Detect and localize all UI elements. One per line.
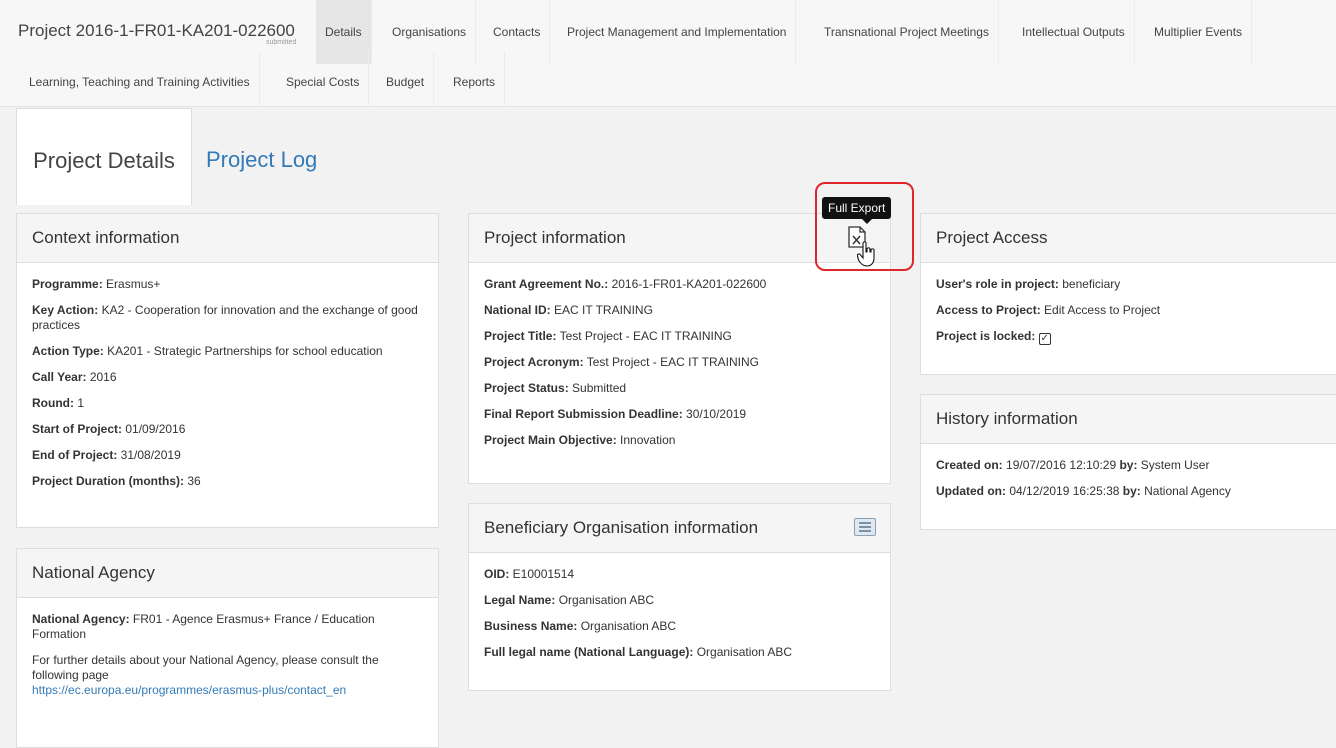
role-value: beneficiary	[1058, 277, 1121, 291]
tab-special-costs[interactable]: Special Costs	[277, 52, 370, 106]
start-value: 01/09/2016	[122, 422, 186, 436]
action-type-value: KA201 - Strategic Partnerships for schoo…	[103, 344, 383, 358]
field-label: Project Duration (months):	[32, 474, 184, 488]
field-label: National ID:	[484, 303, 551, 317]
list-icon[interactable]	[854, 518, 876, 536]
panel-title: Project information	[484, 228, 626, 247]
locked-checkbox-icon: ✓	[1038, 333, 1051, 345]
field-label: Full legal name (National Language):	[484, 645, 694, 659]
national-agency-note: For further details about your National …	[32, 653, 379, 682]
legal-name-value: Organisation ABC	[555, 593, 655, 607]
grant-value: 2016-1-FR01-KA201-022600	[608, 277, 767, 291]
call-year-value: 2016	[86, 370, 117, 384]
national-agency-link[interactable]: https://ec.europa.eu/programmes/erasmus-…	[32, 683, 423, 698]
project-status-label: submitted	[266, 39, 297, 46]
project-title-value: Test Project - EAC IT TRAINING	[556, 329, 732, 343]
field-label: Project is locked:	[936, 329, 1036, 343]
field-label: Project Status:	[484, 381, 569, 395]
context-information-panel: Context information Programme: Erasmus+ …	[16, 213, 439, 528]
duration-value: 36	[184, 474, 201, 488]
field-label: Round:	[32, 396, 74, 410]
tab-budget[interactable]: Budget	[377, 52, 435, 106]
tab-project-management[interactable]: Project Management and Implementation	[558, 0, 797, 64]
field-label: Start of Project:	[32, 422, 123, 436]
field-label: Business Name:	[484, 619, 578, 633]
field-label: Project Title:	[484, 329, 557, 343]
business-name-value: Organisation ABC	[577, 619, 677, 633]
field-label: Grant Agreement No.:	[484, 277, 609, 291]
round-value: 1	[73, 396, 84, 410]
field-label: National Agency:	[32, 612, 130, 626]
oid-value: E10001514	[509, 567, 575, 581]
objective-value: Innovation	[616, 433, 676, 447]
tab-transnational-meetings[interactable]: Transnational Project Meetings	[815, 0, 999, 64]
created-by-value: System User	[1137, 458, 1210, 472]
field-label: OID:	[484, 567, 510, 581]
panel-title: Project Access	[921, 214, 1336, 263]
history-information-panel: History information Created on: 19/07/20…	[920, 394, 1336, 530]
field-label: Legal Name:	[484, 593, 556, 607]
panel-title: National Agency	[17, 549, 438, 598]
updated-by-value: National Agency	[1140, 484, 1231, 498]
tab-intellectual-outputs[interactable]: Intellectual Outputs	[1013, 0, 1135, 64]
panel-title: History information	[921, 395, 1336, 444]
full-legal-name-value: Organisation ABC	[693, 645, 793, 659]
field-label: by:	[1119, 458, 1138, 472]
field-label: by:	[1122, 484, 1141, 498]
acronym-value: Test Project - EAC IT TRAINING	[583, 355, 759, 369]
panel-title: Beneficiary Organisation information	[484, 518, 759, 537]
access-value: Edit Access to Project	[1040, 303, 1161, 317]
hand-cursor-icon	[857, 241, 875, 267]
tab-learning-activities[interactable]: Learning, Teaching and Training Activiti…	[20, 52, 260, 106]
field-label: Created on:	[936, 458, 1003, 472]
project-access-panel: Project Access User's role in project: b…	[920, 213, 1336, 375]
field-label: Final Report Submission Deadline:	[484, 407, 683, 421]
national-agency-panel: National Agency National Agency: FR01 - …	[16, 548, 439, 748]
tab-project-details[interactable]: Project Details	[16, 108, 192, 205]
project-title: Project 2016-1-FR01-KA201-022600	[18, 21, 295, 40]
tab-reports[interactable]: Reports	[444, 52, 506, 106]
field-label: Call Year:	[32, 370, 87, 384]
field-label: Access to Project:	[936, 303, 1041, 317]
deadline-value: 30/10/2019	[682, 407, 747, 421]
full-export-tooltip: Full Export	[822, 197, 892, 224]
national-id-value: EAC IT TRAINING	[550, 303, 653, 317]
field-label: Project Main Objective:	[484, 433, 617, 447]
beneficiary-organisation-panel: Beneficiary Organisation information OID…	[468, 503, 891, 691]
field-label: User's role in project:	[936, 277, 1059, 291]
updated-value: 04/12/2019 16:25:38	[1006, 484, 1123, 498]
panel-title: Context information	[17, 214, 438, 263]
end-value: 31/08/2019	[117, 448, 181, 462]
status-value: Submitted	[568, 381, 627, 395]
field-label: Key Action:	[32, 303, 99, 317]
field-label: End of Project:	[32, 448, 118, 462]
field-label: Action Type:	[32, 344, 104, 358]
programme-value: Erasmus+	[102, 277, 161, 291]
field-label: Project Acronym:	[484, 355, 584, 369]
top-navigation: Project 2016-1-FR01-KA201-022600 submitt…	[0, 0, 1336, 107]
tab-project-log[interactable]: Project Log	[206, 108, 317, 205]
tab-multiplier-events[interactable]: Multiplier Events	[1145, 0, 1253, 64]
field-label: Programme:	[32, 277, 103, 291]
panel-header: Beneficiary Organisation information	[469, 504, 890, 553]
created-value: 19/07/2016 12:10:29	[1002, 458, 1120, 472]
field-label: Updated on:	[936, 484, 1006, 498]
